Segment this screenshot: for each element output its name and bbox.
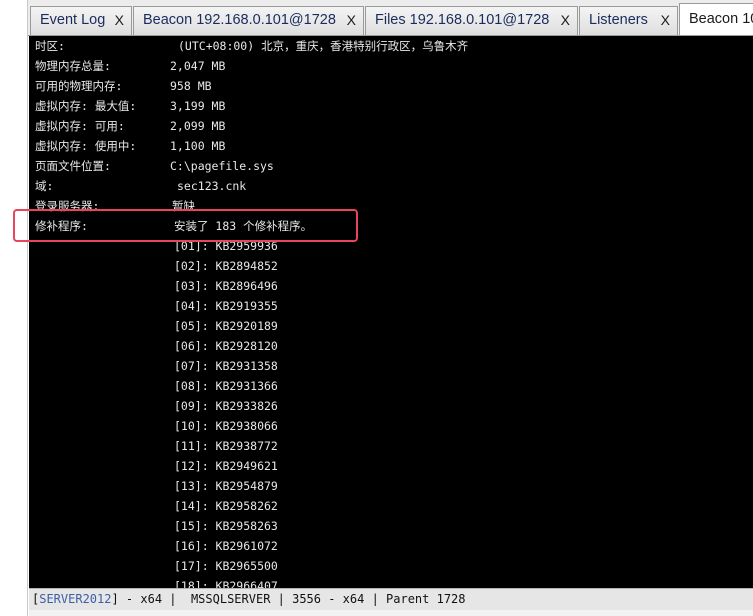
tab-close-icon[interactable]: X <box>115 7 124 34</box>
hotfix-line: [06]: KB2928120 <box>174 339 278 353</box>
console-info-line: 时区: (UTC+08:00) 北京，重庆，香港特别行政区，乌鲁木齐 <box>35 36 735 56</box>
hotfix-line: [02]: KB2894852 <box>174 259 278 273</box>
console-info-line: 虚拟内存: 使用中: 1,100 MB <box>35 136 735 156</box>
hotfix-line: [03]: KB2896496 <box>174 279 278 293</box>
beacon-console-output[interactable]: 时区: (UTC+08:00) 北京，重庆，香港特别行政区，乌鲁木齐物理内存总量:… <box>29 36 753 588</box>
info-key: 页面文件位置: <box>35 159 111 173</box>
status-host: SERVER2012 <box>39 592 112 606</box>
info-key: 可用的物理内存: <box>35 79 123 93</box>
info-key: 物理内存总量: <box>35 59 111 73</box>
tab-label: Event Log <box>40 12 106 28</box>
info-value: 1,100 MB <box>170 139 226 153</box>
info-value: 2,099 MB <box>170 119 226 133</box>
tab-beacon[interactable]: Beacon 192.168.0.101@1728 X <box>133 6 364 35</box>
hotfix-line: [05]: KB2920189 <box>174 319 278 333</box>
info-value: 安装了 183 个修补程序。 <box>174 219 313 233</box>
tab-event-log[interactable]: Event Log X <box>30 6 132 35</box>
status-details: ] - x64 | MSSQLSERVER | 3556 - x64 | Par… <box>111 592 466 606</box>
hotfix-line: [14]: KB2958262 <box>174 499 278 513</box>
tab-beacon-active[interactable]: Beacon 10 <box>679 3 753 35</box>
hotfix-line: [04]: KB2919355 <box>174 299 278 313</box>
tab-label: Listeners <box>589 12 648 28</box>
left-panel-edge <box>0 0 28 616</box>
info-value: 暂缺 <box>172 199 195 213</box>
console-info-line: 可用的物理内存: 958 MB <box>35 76 735 96</box>
info-value: 2,047 MB <box>170 59 226 73</box>
bottom-edge <box>29 610 753 616</box>
info-key: 时区: <box>35 39 65 53</box>
tab-close-icon[interactable]: X <box>347 7 356 34</box>
hotfix-line: [16]: KB2961072 <box>174 539 278 553</box>
console-info-line: 域: sec123.cnk <box>35 176 735 196</box>
hotfix-line: [10]: KB2938066 <box>174 419 278 433</box>
console-info-line: 登录服务器: 暂缺 <box>35 196 735 216</box>
hotfix-line: [15]: KB2958263 <box>174 519 278 533</box>
tab-label: Files 192.168.0.101@1728 <box>375 12 550 28</box>
info-value: sec123.cnk <box>177 179 247 193</box>
info-key: 虚拟内存: 使用中: <box>35 139 137 153</box>
tab-files[interactable]: Files 192.168.0.101@1728 X <box>365 6 578 35</box>
cobalt-strike-window: Event Log X Beacon 192.168.0.101@1728 X … <box>0 0 753 616</box>
info-key: 虚拟内存: 可用: <box>35 119 125 133</box>
tab-label: Beacon 10 <box>689 11 753 27</box>
hotfix-line: [11]: KB2938772 <box>174 439 278 453</box>
tab-listeners[interactable]: Listeners X <box>579 6 678 35</box>
hotfix-line: [07]: KB2931358 <box>174 359 278 373</box>
console-info-line: 物理内存总量: 2,047 MB <box>35 56 735 76</box>
info-value: 958 MB <box>170 79 212 93</box>
hotfix-line: [09]: KB2933826 <box>174 399 278 413</box>
console-info-line: 修补程序: 安装了 183 个修补程序。 <box>35 216 735 236</box>
info-key: 虚拟内存: 最大值: <box>35 99 137 113</box>
tab-close-icon[interactable]: X <box>561 7 570 34</box>
tab-close-icon[interactable]: X <box>661 7 670 34</box>
tab-label: Beacon 192.168.0.101@1728 <box>143 12 336 28</box>
hotfix-line: [01]: KB2959936 <box>174 239 278 253</box>
info-value: 3,199 MB <box>170 99 226 113</box>
hotfix-line: [13]: KB2954879 <box>174 479 278 493</box>
info-key: 修补程序: <box>35 219 88 233</box>
hotfix-line: [12]: KB2949621 <box>174 459 278 473</box>
console-info-line: 页面文件位置: C:\pagefile.sys <box>35 156 735 176</box>
console-info-line: 虚拟内存: 可用: 2,099 MB <box>35 116 735 136</box>
hotfix-line: [08]: KB2931366 <box>174 379 278 393</box>
info-key: 域: <box>35 179 54 193</box>
info-key: 登录服务器: <box>35 199 100 213</box>
beacon-status-bar: [SERVER2012] - x64 | MSSQLSERVER | 3556 … <box>29 588 753 610</box>
hotfix-line: [17]: KB2965500 <box>174 559 278 573</box>
hotfix-line: [18]: KB2966407 <box>174 579 278 588</box>
info-value: C:\pagefile.sys <box>170 159 274 173</box>
console-info-line: 虚拟内存: 最大值: 3,199 MB <box>35 96 735 116</box>
info-value: (UTC+08:00) 北京，重庆，香港特别行政区，乌鲁木齐 <box>178 39 469 53</box>
tab-bar: Event Log X Beacon 192.168.0.101@1728 X … <box>28 0 753 36</box>
